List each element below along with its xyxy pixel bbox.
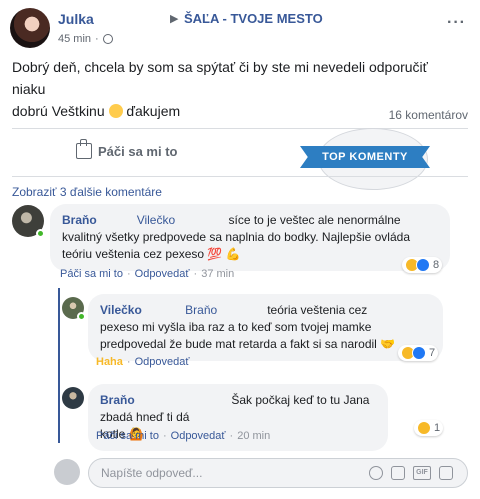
reply-link[interactable]: Odpovedať [171,430,226,442]
like-comment-link[interactable]: Páči sa mi to [60,268,123,280]
divider [12,128,468,129]
like-button[interactable]: Páči sa mi to [76,139,178,159]
reaction-count: 7 [429,347,436,359]
like-reaction-icon [416,258,430,272]
reply-link[interactable]: Odpovedať [135,356,190,368]
more-options-icon[interactable]: ··· [447,14,466,32]
comment-text: síce to je veštec ale nenormálne [228,213,401,227]
comment-bubble: Braňo Vilečko síce to je veštec ale neno… [50,204,450,271]
divider [12,176,468,177]
sticker-icon[interactable] [439,466,453,480]
reply-link[interactable]: Odpovedať [135,268,190,280]
haha-reaction-icon [417,421,431,435]
comment-mention[interactable]: Vilečko [137,213,175,227]
online-status-icon [36,229,45,238]
top-comments-badge: TOP KOMENTY [300,146,430,168]
author-avatar[interactable] [10,8,50,48]
author-name[interactable]: Julka [58,11,94,27]
group-name[interactable]: ŠAĽA - TVOJE MESTO [184,11,323,26]
thumbs-up-icon [76,139,92,159]
comment-time[interactable]: 37 min [201,268,234,280]
reaction-count: 1 [434,422,441,434]
post-card: Julka ▶ ŠAĽA - TVOJE MESTO 45 min · ··· … [0,0,480,499]
comment-actions: Haha · Odpovedať [96,356,190,368]
comment-actions: Páči sa mi to · Odpovedať · 20 min [96,430,271,442]
reaction-summary[interactable]: 8 [402,257,443,273]
comments-count[interactable]: 16 komentárov [389,108,468,122]
reaction-count: 8 [433,259,440,271]
arrow-right-icon: ▶ [170,13,179,25]
like-comment-link[interactable]: Páči sa mi to [96,430,159,442]
comment-text: predpovedal že bude mat retarda a fakt s… [100,337,396,351]
post-meta: 45 min · [58,33,113,45]
comment-text: teória veštenia cez [267,303,368,317]
like-label: Páči sa mi to [98,143,178,159]
view-more-comments-link[interactable]: Zobraziť 3 ďalšie komentáre [12,185,162,199]
emoji-icon[interactable] [369,466,383,480]
comment-author[interactable]: Braňo [100,393,135,407]
haha-reaction-link[interactable]: Haha [96,356,123,368]
comment-text: kvalitný všetky predpovede sa naplnia do… [62,230,410,244]
globe-icon [102,34,113,44]
reaction-summary[interactable]: 7 [398,345,439,361]
comment-bubble: Vilečko Braňo teória veštenia cez pexeso… [88,294,443,361]
comment-author[interactable]: Braňo [62,213,97,227]
post-header: Julka ▶ ŠAĽA - TVOJE MESTO 45 min · ··· [10,8,470,52]
comment-text: pexeso mi vyšla iba raz a to keď som tvo… [100,320,372,334]
post-time[interactable]: 45 min [58,33,91,45]
post-text-line-1: Dobrý deň, chcela by som sa spýtať či by… [12,59,428,97]
reply-input[interactable] [89,459,289,487]
like-reaction-icon [412,346,426,360]
comment-text: Šak počkaj keď to tu Jana zbadá hneď ti … [100,393,370,424]
grin-emoji-icon [108,104,123,118]
commenter-avatar[interactable] [62,387,84,409]
comment-author[interactable]: Vilečko [100,303,142,317]
gif-icon[interactable]: GIF [413,466,431,480]
comment-actions: Páči sa mi to · Odpovedať · 37 min [60,268,235,280]
user-avatar [54,459,80,485]
camera-icon[interactable] [391,466,405,480]
reply-input-box[interactable]: GIF [88,458,468,488]
reaction-summary[interactable]: 1 [414,420,444,436]
comment-time[interactable]: 20 min [237,430,270,442]
comment-text: teóriu veštenia cez pexeso 💯 💪 [62,247,241,261]
online-status-icon [77,312,86,321]
comment-mention[interactable]: Braňo [185,303,217,317]
reply-thread-line [58,288,60,443]
